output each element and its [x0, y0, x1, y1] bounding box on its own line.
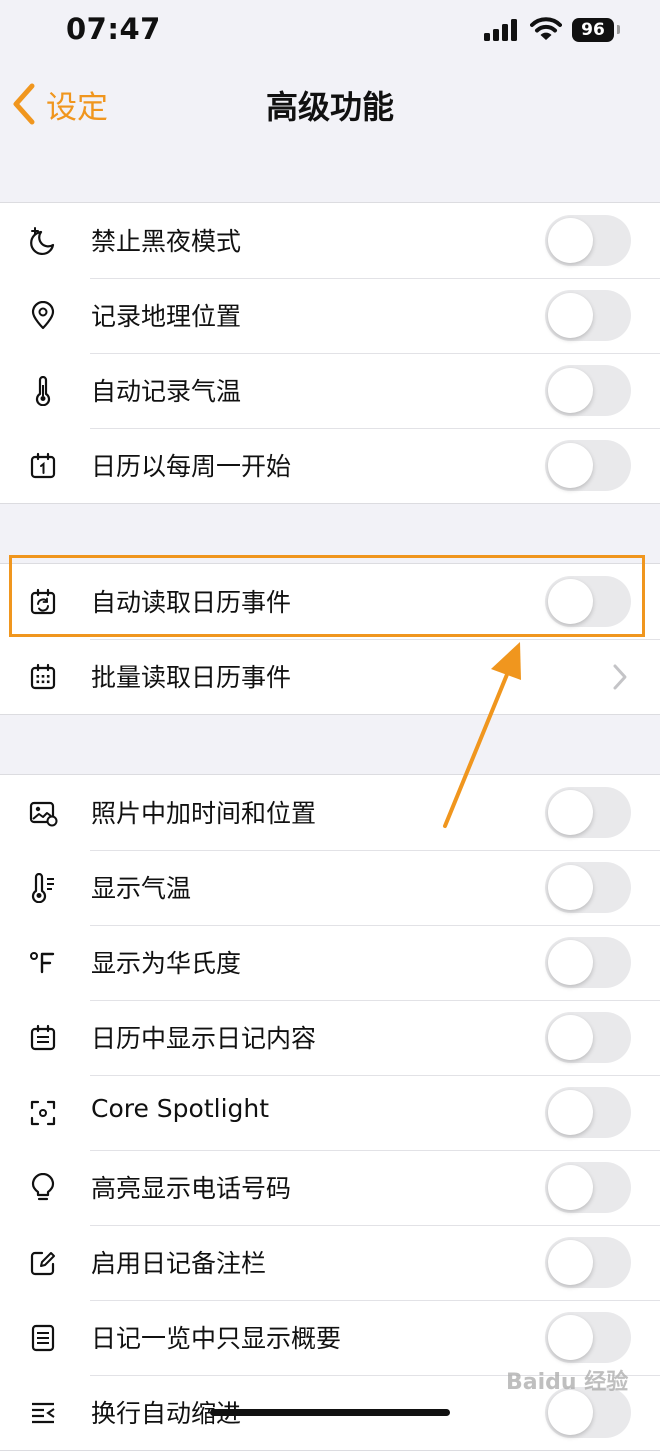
toggle-knob	[548, 293, 593, 338]
row-label: 照片中加时间和位置	[91, 799, 317, 828]
row-label: 自动读取日历事件	[91, 588, 292, 617]
row-label: 日记一览中只显示概要	[91, 1324, 342, 1353]
wifi-icon	[530, 17, 562, 40]
toggle-switch[interactable]	[545, 365, 631, 416]
toggle-switch[interactable]	[545, 862, 631, 913]
edit-note-icon	[30, 1251, 55, 1276]
row-label: 记录地理位置	[91, 302, 242, 331]
row-week-starts-monday[interactable]: 日历以每周一开始	[0, 428, 660, 503]
row-disable-dark-mode[interactable]: 禁止黑夜模式	[0, 203, 660, 278]
toggle-switch[interactable]	[545, 1162, 631, 1213]
row-record-location[interactable]: 记录地理位置	[0, 278, 660, 353]
row-label: 启用日记备注栏	[91, 1249, 267, 1278]
toggle-switch[interactable]	[545, 1087, 631, 1138]
calendar-list-icon	[30, 1024, 56, 1051]
toggle-knob	[548, 790, 593, 835]
toggle-switch[interactable]	[545, 576, 631, 627]
row-label: 批量读取日历事件	[91, 663, 292, 692]
settings-group-display: 照片中加时间和位置 显示气温 显示为华氏度 日历中显示日记内容 Core Spo…	[0, 774, 660, 1451]
toggle-knob	[548, 1090, 593, 1135]
toggle-switch[interactable]	[545, 1237, 631, 1288]
row-label: 高亮显示电话号码	[91, 1174, 292, 1203]
battery-cap	[617, 25, 620, 34]
lightbulb-icon	[31, 1173, 55, 1201]
document-lines-icon	[31, 1324, 55, 1352]
row-label: 禁止黑夜模式	[91, 227, 242, 256]
page-title: 高级功能	[265, 88, 394, 126]
toggle-knob	[548, 1315, 593, 1360]
navigation-bar: 设定 高级功能	[0, 62, 660, 146]
thermometer-lines-icon	[31, 873, 54, 903]
row-label: 显示气温	[91, 874, 192, 903]
toggle-switch[interactable]	[545, 1012, 631, 1063]
row-label: Core Spotlight	[91, 1094, 270, 1123]
row-auto-read-calendar-events[interactable]: 自动读取日历事件	[0, 564, 660, 639]
row-core-spotlight[interactable]: Core Spotlight	[0, 1075, 660, 1150]
toggle-knob	[548, 1240, 593, 1285]
toggle-switch[interactable]	[545, 440, 631, 491]
row-show-temperature[interactable]: 显示气温	[0, 850, 660, 925]
toggle-knob	[548, 1390, 593, 1435]
toggle-switch[interactable]	[545, 290, 631, 341]
toggle-knob	[548, 579, 593, 624]
row-label: 显示为华氏度	[91, 949, 242, 978]
toggle-knob	[548, 443, 593, 488]
row-enable-diary-notes[interactable]: 启用日记备注栏	[0, 1225, 660, 1300]
fahrenheit-icon	[30, 952, 55, 974]
thermometer-icon	[35, 376, 51, 406]
toggle-knob	[548, 1165, 593, 1210]
home-indicator	[210, 1409, 450, 1416]
watermark: Baidu 经验	[506, 1370, 629, 1395]
toggle-knob	[548, 1015, 593, 1060]
row-label: 日历中显示日记内容	[91, 1024, 317, 1053]
row-auto-record-temperature[interactable]: 自动记录气温	[0, 353, 660, 428]
row-photo-time-location[interactable]: 照片中加时间和位置	[0, 775, 660, 850]
cellular-signal-icon	[484, 19, 517, 41]
row-label: 日历以每周一开始	[91, 452, 292, 481]
status-time: 07:47	[66, 12, 161, 46]
row-label: 自动记录气温	[91, 377, 242, 406]
row-highlight-phone-numbers[interactable]: 高亮显示电话号码	[0, 1150, 660, 1225]
settings-group-general: 禁止黑夜模式 记录地理位置 自动记录气温 日历以每周一开始	[0, 202, 660, 504]
photo-icon	[29, 801, 58, 827]
moon-stars-icon	[30, 227, 55, 255]
row-calendar-show-diary[interactable]: 日历中显示日记内容	[0, 1000, 660, 1075]
indent-icon	[32, 1402, 55, 1424]
row-batch-read-calendar-events[interactable]: 批量读取日历事件	[0, 639, 660, 714]
calendar-one-icon	[30, 452, 56, 479]
status-bar: 07:47 96	[0, 0, 660, 62]
row-show-fahrenheit[interactable]: 显示为华氏度	[0, 925, 660, 1000]
toggle-switch[interactable]	[545, 1312, 631, 1363]
chevron-right-icon	[613, 664, 627, 690]
toggle-knob	[548, 368, 593, 413]
battery-indicator: 96	[572, 18, 614, 42]
toggle-switch[interactable]	[545, 937, 631, 988]
location-pin-icon	[31, 301, 55, 330]
toggle-knob	[548, 218, 593, 263]
calendar-grid-icon	[30, 663, 56, 690]
toggle-switch[interactable]	[545, 215, 631, 266]
settings-group-calendar: 自动读取日历事件 批量读取日历事件	[0, 563, 660, 715]
toggle-knob	[548, 940, 593, 985]
toggle-knob	[548, 865, 593, 910]
toggle-switch[interactable]	[545, 787, 631, 838]
calendar-sync-icon	[30, 588, 56, 615]
spotlight-scan-icon	[30, 1100, 56, 1126]
